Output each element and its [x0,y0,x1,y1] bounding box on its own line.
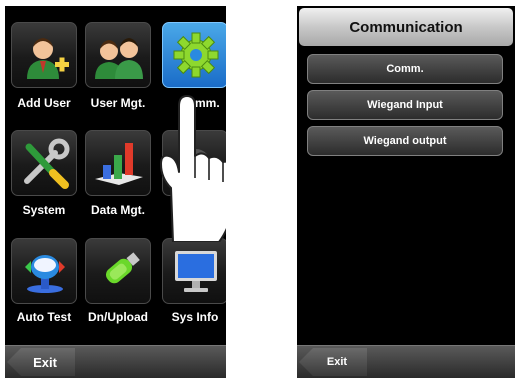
monitor-icon [175,251,217,292]
wiegand-output-menu-item[interactable]: Wiegand output [307,126,503,156]
communication-screen: Communication Comm. Wiegand Input Wiegan… [297,6,515,378]
wiegand-input-menu-item[interactable]: Wiegand Input [307,90,503,120]
page-title: Communication [299,8,513,46]
add-user-label: Add User [17,96,71,110]
dn-upload-tile[interactable] [85,238,151,304]
pointing-hand-icon [160,95,226,242]
bottom-bar: Exit [5,345,226,378]
add-user-tile[interactable] [11,22,77,88]
add-user-icon [27,38,69,79]
exit-button[interactable]: Exit [7,348,75,376]
exit-button[interactable]: Exit [299,348,367,376]
user-mgt-tile[interactable] [85,22,151,88]
dn-upload-label: Dn/Upload [88,310,148,324]
sys-info-tile[interactable] [162,238,226,304]
system-tile[interactable] [11,130,77,196]
comm-menu-item[interactable]: Comm. [307,54,503,84]
tools-icon [24,138,70,189]
system-label: System [22,203,66,217]
usb-drive-icon [105,252,140,284]
main-menu-screen: Add User User Mgt. mm. System Data Mgt. … [5,6,226,378]
gear-icon [173,32,219,78]
user-mgt-label: User Mgt. [90,96,146,110]
bar-chart-icon [95,143,143,185]
auto-test-label: Auto Test [16,310,72,324]
auto-test-tile[interactable] [11,238,77,304]
data-mgt-label: Data Mgt. [91,203,145,217]
data-mgt-tile[interactable] [85,130,151,196]
user-mgt-icon [95,38,143,79]
sys-info-label: Sys Info [171,310,219,324]
comm-tile[interactable] [162,22,226,88]
auto-test-icon [25,255,65,293]
bottom-bar: Exit [297,345,515,378]
